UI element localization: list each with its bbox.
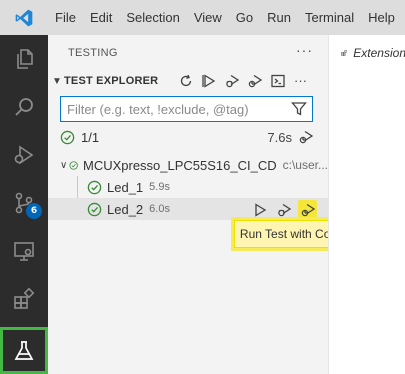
test-explorer-toolbar: ··· <box>176 71 310 90</box>
editor-area: Extension <box>328 35 405 374</box>
test-item-led-1[interactable]: Led_1 5.9s <box>48 176 328 198</box>
test-filter-input[interactable] <box>61 101 286 117</box>
rerun-with-coverage-icon[interactable] <box>298 129 314 148</box>
extensions-icon <box>14 287 35 309</box>
passed-icon <box>69 160 78 170</box>
remote-explorer-icon <box>14 242 34 261</box>
filter-icon[interactable] <box>291 101 307 120</box>
test-tree-root-label: MCUXpresso_LPC55S16_CI_CD <box>82 157 277 173</box>
chevron-down-icon: ∨ <box>60 159 68 171</box>
activity-remote-explorer[interactable] <box>0 227 48 275</box>
refresh-tests-icon[interactable] <box>176 71 195 90</box>
source-control-badge: 6 <box>26 203 42 219</box>
test-item-actions <box>250 200 317 219</box>
test-item-duration: 6.0s <box>149 203 170 215</box>
activity-testing[interactable] <box>0 327 48 374</box>
menu-file[interactable]: File <box>48 0 83 35</box>
title-bar: File Edit Selection View Go Run Terminal… <box>0 0 405 35</box>
test-item-duration: 5.9s <box>149 181 170 193</box>
activity-search[interactable] <box>0 83 48 131</box>
test-tree-root[interactable]: ∨ MCUXpresso_LPC55S16_CI_CD c:\user... <box>48 154 328 176</box>
sidebar-more-icon[interactable]: ··· <box>296 42 313 58</box>
menu-run[interactable]: Run <box>260 0 298 35</box>
test-total-duration: 7.6s <box>267 129 292 145</box>
passed-icon <box>87 180 102 194</box>
menu-selection[interactable]: Selection <box>119 0 186 35</box>
editor-tab-extension[interactable]: Extension <box>329 35 405 70</box>
run-all-with-coverage-icon[interactable] <box>245 71 264 90</box>
activity-extensions[interactable] <box>0 275 48 323</box>
menu-view[interactable]: View <box>187 0 229 35</box>
testing-sidebar: TESTING ··· ▼ TEST EXPLORER ··· Filter (… <box>48 35 328 374</box>
show-output-icon[interactable] <box>268 71 287 90</box>
passed-icon <box>87 202 102 216</box>
test-item-label: Led_1 <box>107 179 144 195</box>
debug-icon <box>14 145 34 165</box>
activity-source-control[interactable]: 6 <box>0 179 48 227</box>
menu-terminal[interactable]: Terminal <box>298 0 361 35</box>
menu-go[interactable]: Go <box>229 0 260 35</box>
activity-run-debug[interactable] <box>0 131 48 179</box>
activity-explorer[interactable] <box>0 35 48 83</box>
test-explorer-header[interactable]: ▼ TEST EXPLORER ··· <box>48 68 328 94</box>
menu-help[interactable]: Help <box>361 0 402 35</box>
files-icon <box>17 49 33 69</box>
search-icon <box>15 98 33 116</box>
section-more-icon[interactable]: ··· <box>291 71 310 90</box>
chevron-down-icon: ▼ <box>52 75 62 87</box>
beaker-icon <box>14 340 34 360</box>
sidebar-title: TESTING <box>68 47 118 59</box>
test-summary: 1/1 7.6s <box>60 126 318 148</box>
extensions-icon <box>341 49 347 56</box>
run-test-with-coverage-icon[interactable] <box>298 200 317 219</box>
menu-edit[interactable]: Edit <box>83 0 119 35</box>
test-tree-root-path: c:\user... <box>282 158 328 172</box>
passed-icon <box>60 130 75 144</box>
test-pass-count: 1/1 <box>81 129 100 145</box>
editor-tab-bar: Extension <box>329 35 405 70</box>
debug-test-icon[interactable] <box>274 200 293 219</box>
test-item-led-2[interactable]: Led_2 6.0s <box>48 198 328 220</box>
activity-bar: 6 <box>0 35 48 374</box>
run-all-tests-icon[interactable] <box>199 71 218 90</box>
test-item-label: Led_2 <box>107 201 144 217</box>
test-explorer-title: TEST EXPLORER <box>64 75 159 87</box>
run-test-icon[interactable] <box>250 200 269 219</box>
editor-tab-label: Extension <box>353 45 405 60</box>
vscode-logo-icon <box>0 0 48 35</box>
debug-all-tests-icon[interactable] <box>222 71 241 90</box>
test-filter-box <box>60 96 313 122</box>
